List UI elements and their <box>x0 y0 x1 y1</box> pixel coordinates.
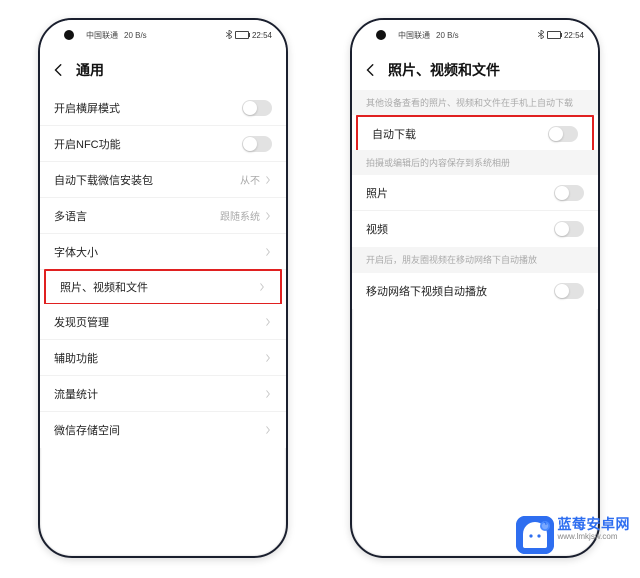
chevron-right-icon <box>264 176 272 184</box>
setting-row[interactable]: 字体大小 <box>40 234 286 270</box>
section-header: 开启后，朋友圈视频在移动网络下自动播放 <box>352 247 598 273</box>
setting-row[interactable]: 视频 <box>352 211 598 247</box>
chevron-right-icon <box>264 426 272 434</box>
speed-label: 20 B/s <box>124 31 147 40</box>
section-group: 自动下载 <box>352 115 598 151</box>
setting-row[interactable]: 流量统计 <box>40 376 286 412</box>
bluetooth-icon <box>538 30 544 41</box>
carrier-label: 中国联通 <box>398 30 430 41</box>
brand-logo-icon <box>516 516 554 554</box>
toggle-switch[interactable] <box>554 185 584 201</box>
row-label: 流量统计 <box>54 386 98 402</box>
row-label: 开启NFC功能 <box>54 136 121 152</box>
watermark-branding: 蓝莓安卓网 www.lmkjsw.com <box>516 516 631 554</box>
brand-url: www.lmkjsw.com <box>558 532 631 541</box>
row-label: 多语言 <box>54 208 87 224</box>
row-label: 视频 <box>366 221 388 237</box>
toggle-switch[interactable] <box>242 136 272 152</box>
back-icon[interactable] <box>364 63 378 77</box>
setting-row[interactable]: 开启横屏模式 <box>40 90 286 126</box>
row-label: 移动网络下视频自动播放 <box>366 283 487 299</box>
setting-row[interactable]: 移动网络下视频自动播放 <box>352 273 598 309</box>
phone-mockup-left: 中国联通 20 B/s 22:54 通用 开启横屏模式开启NFC功能自动下载微信… <box>38 18 288 558</box>
row-label: 微信存储空间 <box>54 422 120 438</box>
setting-row[interactable]: 多语言 跟随系统 <box>40 198 286 234</box>
toggle-switch[interactable] <box>242 100 272 116</box>
phone-mockup-right: 中国联通 20 B/s 22:54 照片、视频和文件 其他设备查看的照片、视频和… <box>350 18 600 558</box>
carrier-label: 中国联通 <box>86 30 118 41</box>
row-label: 照片 <box>366 185 388 201</box>
clock-label: 22:54 <box>564 31 584 40</box>
chevron-right-icon <box>264 248 272 256</box>
nav-header: 通用 <box>40 50 286 90</box>
row-label: 自动下载 <box>372 126 416 142</box>
status-bar: 中国联通 20 B/s 22:54 <box>40 20 286 50</box>
row-value: 从不 <box>240 172 260 187</box>
row-label: 字体大小 <box>54 244 98 260</box>
setting-row[interactable]: 自动下载微信安装包 从不 <box>40 162 286 198</box>
page-title: 通用 <box>76 60 104 80</box>
toggle-switch[interactable] <box>554 221 584 237</box>
chevron-right-icon <box>264 318 272 326</box>
status-bar: 中国联通 20 B/s 22:54 <box>352 20 598 50</box>
row-label: 开启横屏模式 <box>54 100 120 116</box>
row-label: 照片、视频和文件 <box>60 279 148 295</box>
chevron-right-icon <box>264 354 272 362</box>
setting-row[interactable]: 照片、视频和文件 <box>44 269 282 305</box>
chevron-right-icon <box>258 283 266 291</box>
clock-label: 22:54 <box>252 31 272 40</box>
section-header: 其他设备查看的照片、视频和文件在手机上自动下载 <box>352 90 598 116</box>
bluetooth-icon <box>226 30 232 41</box>
setting-row[interactable]: 开启NFC功能 <box>40 126 286 162</box>
row-value: 跟随系统 <box>220 208 260 223</box>
setting-row[interactable]: 辅助功能 <box>40 340 286 376</box>
brand-title: 蓝莓安卓网 <box>558 516 631 532</box>
row-label: 辅助功能 <box>54 350 98 366</box>
speed-label: 20 B/s <box>436 31 459 40</box>
section-group: 移动网络下视频自动播放 <box>352 273 598 309</box>
section-group: 照片视频 <box>352 175 598 247</box>
settings-sections: 其他设备查看的照片、视频和文件在手机上自动下载自动下载拍摄或编辑后的内容保存到系… <box>352 90 598 309</box>
chevron-right-icon <box>264 212 272 220</box>
setting-row[interactable]: 自动下载 <box>356 115 594 151</box>
toggle-switch[interactable] <box>548 126 578 142</box>
battery-icon <box>235 31 249 39</box>
toggle-switch[interactable] <box>554 283 584 299</box>
setting-row[interactable]: 发现页管理 <box>40 304 286 340</box>
nav-header: 照片、视频和文件 <box>352 50 598 90</box>
setting-row[interactable]: 微信存储空间 <box>40 412 286 448</box>
back-icon[interactable] <box>52 63 66 77</box>
section-header: 拍摄或编辑后的内容保存到系统相册 <box>352 150 598 176</box>
battery-icon <box>547 31 561 39</box>
chevron-right-icon <box>264 390 272 398</box>
page-title: 照片、视频和文件 <box>388 60 500 80</box>
settings-list: 开启横屏模式开启NFC功能自动下载微信安装包 从不多语言 跟随系统字体大小照片、视频… <box>40 90 286 448</box>
row-label: 自动下载微信安装包 <box>54 172 153 188</box>
setting-row[interactable]: 照片 <box>352 175 598 211</box>
row-label: 发现页管理 <box>54 314 109 330</box>
